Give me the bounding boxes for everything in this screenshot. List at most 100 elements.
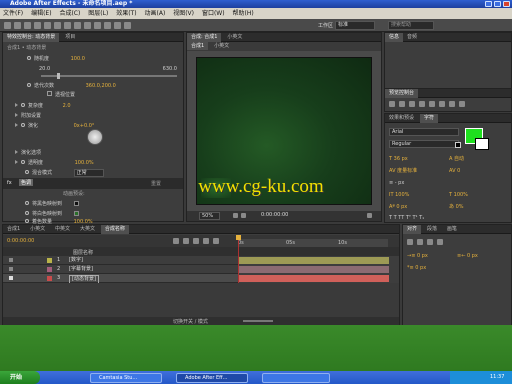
zoom-slider[interactable]: [243, 320, 273, 322]
tracking-field[interactable]: AV 0: [449, 166, 460, 176]
prev-frame-icon[interactable]: [399, 101, 405, 107]
menu-item-file[interactable]: 文件(F): [3, 10, 23, 17]
tab-paint[interactable]: 画笔: [443, 225, 461, 234]
horizontal-scale-field[interactable]: T 100%: [449, 190, 468, 200]
effect-row-opacity[interactable]: 透明度 100.0%: [15, 158, 94, 168]
align-center-icon[interactable]: [417, 239, 423, 245]
audio-icon[interactable]: [439, 101, 445, 107]
first-frame-icon[interactable]: [389, 101, 395, 107]
start-button[interactable]: 开始: [0, 371, 40, 384]
tab-audio[interactable]: 音频: [403, 33, 421, 42]
draft-3d-icon[interactable]: [173, 238, 179, 244]
menu-item-edit[interactable]: 编辑(E): [31, 10, 51, 17]
tab-effect-controls[interactable]: 特效控制台: 动态背景: [3, 33, 60, 42]
slider-thumb[interactable]: [57, 73, 60, 79]
stroke-color-swatch[interactable]: [475, 138, 489, 150]
stopwatch-icon[interactable]: [21, 160, 25, 164]
menu-item-view[interactable]: 视图(V): [173, 10, 194, 17]
taskbar-item-camtasia[interactable]: Camtasia Stu...: [90, 373, 162, 383]
graph-editor-icon[interactable]: [213, 238, 219, 244]
time-ruler[interactable]: 0s 05s 10s: [238, 239, 388, 247]
stroke-width-field[interactable]: ≡ - px: [389, 178, 404, 188]
subtab-small-english[interactable]: 小英文: [210, 42, 233, 50]
taskbar-item-other[interactable]: [262, 373, 330, 383]
stopwatch-icon[interactable]: [25, 211, 29, 215]
font-style-select[interactable]: Regular: [389, 140, 459, 148]
leading-field[interactable]: A 自动: [449, 154, 464, 164]
tab-effects-presets[interactable]: 效果和预设: [385, 114, 418, 123]
vertical-scale-field[interactable]: IT 100%: [389, 190, 409, 200]
randomness-slider[interactable]: [41, 75, 177, 77]
white-color-swatch[interactable]: [74, 211, 80, 216]
tab-medium[interactable]: 中英文: [51, 225, 74, 234]
expand-triangle-icon[interactable]: [15, 150, 18, 154]
baseline-shift-field[interactable]: Aª 0 px: [389, 202, 407, 212]
font-size-field[interactable]: T 36 px: [389, 154, 408, 164]
effect-header-tint[interactable]: fx 色调 重置: [3, 178, 183, 189]
eraser-tool-icon[interactable]: [114, 22, 121, 29]
tab-info[interactable]: 信息: [385, 33, 404, 42]
effect-row-evolution[interactable]: 演化 0x+0.0°: [15, 121, 94, 131]
search-help-input[interactable]: 搜索帮助: [388, 21, 434, 30]
camera-tool-icon[interactable]: [44, 22, 51, 29]
mask-tool-icon[interactable]: [64, 22, 71, 29]
maximize-button[interactable]: [494, 1, 501, 7]
layer-row-2[interactable]: 2 [字幕背景]: [3, 265, 238, 274]
hide-shy-icon[interactable]: [183, 238, 189, 244]
workspace-select[interactable]: 标准: [335, 21, 375, 30]
layer-color-label[interactable]: [47, 267, 52, 272]
next-frame-icon[interactable]: [419, 101, 425, 107]
default-colors-icon[interactable]: [455, 142, 461, 148]
visibility-eye-icon[interactable]: [9, 258, 13, 262]
clone-tool-icon[interactable]: [104, 22, 111, 29]
tab-small[interactable]: 小英文: [26, 225, 49, 234]
subtab-comp1[interactable]: 合成1: [187, 42, 209, 50]
selection-tool-icon[interactable]: [4, 22, 11, 29]
layer-bar-1[interactable]: [239, 257, 389, 264]
font-family-select[interactable]: Arial: [389, 128, 459, 136]
indent-left-field[interactable]: →≡ 0 px: [407, 251, 428, 261]
camera-icon[interactable]: [367, 213, 372, 218]
kerning-field[interactable]: AV 度量标准: [389, 166, 417, 176]
menu-item-window[interactable]: 窗口(W): [202, 10, 225, 17]
pan-behind-tool-icon[interactable]: [54, 22, 61, 29]
tab-paragraph[interactable]: 段落: [423, 225, 441, 234]
layer-color-label[interactable]: [47, 276, 52, 281]
menu-item-effect[interactable]: 效果(T): [116, 10, 136, 17]
timeline-time-display[interactable]: 0:00:00:00: [7, 238, 34, 244]
visibility-eye-icon[interactable]: [9, 267, 13, 271]
rotate-tool-icon[interactable]: [34, 22, 41, 29]
minimize-button[interactable]: [485, 1, 492, 7]
effect-row-randomness[interactable]: 随机度 100.0: [27, 54, 85, 64]
stopwatch-icon[interactable]: [25, 219, 29, 223]
stopwatch-icon[interactable]: [27, 56, 31, 60]
expand-triangle-icon[interactable]: [15, 123, 18, 127]
layer-name[interactable]: [数字]: [69, 256, 83, 265]
visibility-eye-icon[interactable]: [9, 276, 13, 280]
layer-bar-3[interactable]: [239, 275, 389, 282]
expand-triangle-icon[interactable]: [15, 160, 18, 164]
tab-large[interactable]: 大英文: [76, 225, 99, 234]
zoom-tool-icon[interactable]: [24, 22, 31, 29]
tab-character[interactable]: 字符: [419, 114, 438, 123]
toggle-switches-modes[interactable]: 切换开关 / 模式: [173, 318, 208, 325]
stopwatch-icon[interactable]: [21, 103, 25, 107]
mask-visibility-icon[interactable]: [241, 213, 246, 218]
stopwatch-icon[interactable]: [21, 123, 25, 127]
indent-right-field[interactable]: ≡← 0 px: [457, 251, 478, 261]
menu-item-layer[interactable]: 图层(L): [88, 10, 108, 17]
layer-bar-2[interactable]: [239, 266, 389, 273]
tab-small-english[interactable]: 小英文: [223, 33, 246, 42]
stopwatch-icon[interactable]: [25, 170, 29, 174]
blend-mode-select[interactable]: 正常: [73, 169, 104, 177]
motion-blur-icon[interactable]: [203, 238, 209, 244]
brush-tool-icon[interactable]: [94, 22, 101, 29]
align-left-icon[interactable]: [407, 239, 413, 245]
menu-item-animation[interactable]: 动画(A): [145, 10, 166, 17]
grid-icon[interactable]: [233, 213, 238, 218]
puppet-tool-icon[interactable]: [124, 22, 131, 29]
align-right-icon[interactable]: [427, 239, 433, 245]
justify-icon[interactable]: [437, 239, 443, 245]
clock[interactable]: 11:37: [490, 374, 504, 380]
loop-icon[interactable]: [449, 101, 455, 107]
